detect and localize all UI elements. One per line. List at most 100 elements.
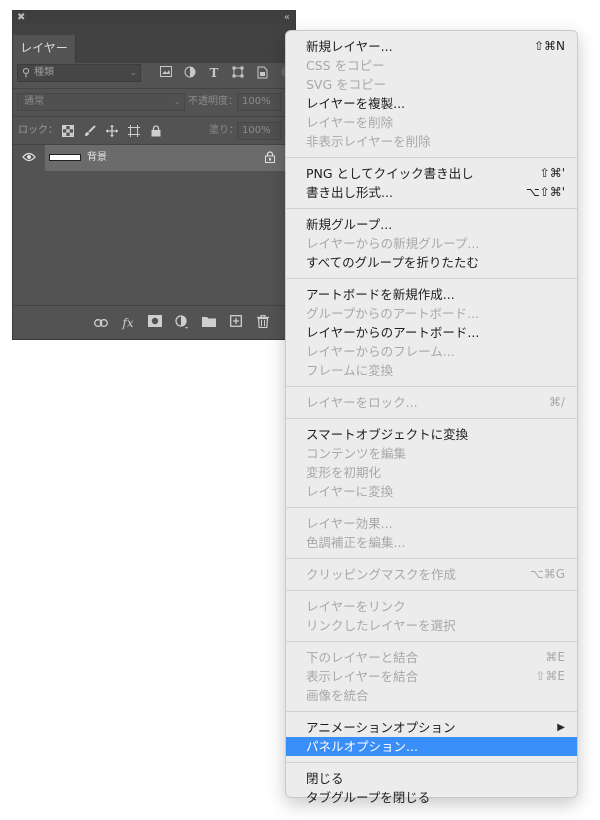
menu-item[interactable]: アートボードを新規作成... — [286, 285, 577, 304]
menu-item[interactable]: PNG としてクイック書き出し ⇧⌘' — [286, 164, 577, 183]
opacity-input[interactable]: 100% — [237, 93, 281, 111]
search-icon: ⚲ — [22, 66, 31, 79]
menu-item-label: すべてのグループを折りたたむ — [306, 255, 479, 270]
menu-item[interactable]: レイヤーをリンク — [286, 597, 577, 616]
menu-item[interactable]: 新規グループ... — [286, 215, 577, 234]
menu-item[interactable]: レイヤーからの新規グループ... — [286, 234, 577, 253]
menu-item-label: 画像を統合 — [306, 688, 369, 703]
link-layers-icon[interactable] — [93, 315, 109, 331]
layer-name: 背景 — [87, 152, 107, 163]
menu-separator — [286, 590, 577, 591]
adjustment-filter-icon[interactable] — [183, 66, 197, 80]
menu-item[interactable]: すべてのグループを折りたたむ — [286, 253, 577, 272]
panel-title-bar: ✖ « — [13, 11, 295, 25]
menu-separator — [286, 507, 577, 508]
menu-separator — [286, 157, 577, 158]
chevron-down-icon: ⌄ — [173, 97, 181, 107]
lock-label: ロック： — [18, 125, 58, 136]
menu-separator — [286, 386, 577, 387]
menu-item[interactable]: CSS をコピー — [286, 56, 577, 75]
blend-mode-select[interactable]: 通常 ⌄ — [17, 93, 185, 111]
layer-row[interactable]: 背景 — [13, 145, 295, 171]
menu-item[interactable]: レイヤーからのフレーム... — [286, 342, 577, 361]
menu-item-label: 下のレイヤーと結合 — [306, 650, 419, 665]
new-group-icon[interactable] — [201, 315, 217, 331]
eye-icon[interactable] — [21, 151, 37, 165]
menu-item[interactable]: 閉じる — [286, 769, 577, 788]
menu-item[interactable]: リンクしたレイヤーを選択 — [286, 616, 577, 635]
divider — [13, 305, 295, 306]
menu-item[interactable]: 下のレイヤーと結合 ⌘E — [286, 648, 577, 667]
menu-item[interactable]: コンテンツを編集 — [286, 444, 577, 463]
menu-item-label: CSS をコピー — [306, 58, 385, 73]
menu-item-label: 色調補正を編集... — [306, 535, 406, 550]
menu-item-label: 新規レイヤー... — [306, 39, 393, 54]
menu-item[interactable]: 変形を初期化 — [286, 463, 577, 482]
menu-item-label: レイヤーからのフレーム... — [306, 344, 455, 359]
menu-item[interactable]: 新規レイヤー... ⇧⌘N — [286, 37, 577, 56]
menu-item[interactable]: レイヤーを削除 — [286, 113, 577, 132]
filter-kind-label: 種類 — [34, 67, 54, 78]
lock-row: ロック： 塗り： 100% — [13, 119, 295, 143]
menu-item-shortcut: ⌥⌘G — [529, 567, 565, 581]
menu-item-label: フレームに変換 — [306, 363, 394, 378]
menu-item[interactable]: 色調補正を編集... — [286, 533, 577, 552]
menu-item-label: 閉じる — [306, 771, 344, 786]
trash-icon[interactable] — [255, 315, 271, 331]
layers-panel: ✖ « レイヤー ⚲ 種類 ⌄ T 通常 ⌄ 不透明度： 100% ロック： 塗… — [12, 10, 296, 340]
menu-item[interactable]: タブグループを閉じる — [286, 788, 577, 807]
new-adjustment-layer-icon[interactable] — [174, 315, 190, 331]
blend-row: 通常 ⌄ 不透明度： 100% — [13, 91, 295, 115]
lock-artboard-icon[interactable] — [127, 125, 140, 138]
menu-item[interactable]: アニメーションオプション ▶ — [286, 718, 577, 737]
menu-item-label: レイヤーをリンク — [306, 599, 406, 614]
smart-object-filter-icon[interactable] — [255, 66, 269, 80]
fx-icon[interactable]: fx — [120, 315, 136, 331]
menu-item[interactable]: クリッピングマスクを作成 ⌥⌘G — [286, 565, 577, 584]
fill-input[interactable]: 100% — [237, 122, 281, 140]
type-filter-icon[interactable]: T — [207, 66, 221, 80]
menu-item-label: SVG をコピー — [306, 77, 387, 92]
collapse-icon[interactable]: « — [284, 11, 290, 25]
menu-item[interactable]: レイヤーをロック... ⌘/ — [286, 393, 577, 412]
panel-tab-row: レイヤー — [13, 25, 295, 63]
new-layer-icon[interactable] — [228, 315, 244, 331]
blend-mode-value: 通常 — [24, 96, 44, 107]
add-mask-icon[interactable] — [147, 315, 163, 331]
menu-separator — [286, 208, 577, 209]
menu-item-label: 非表示レイヤーを削除 — [306, 134, 431, 149]
menu-item[interactable]: 画像を統合 — [286, 686, 577, 705]
menu-item[interactable]: パネルオプション... — [286, 737, 577, 756]
menu-item-label: アートボードを新規作成... — [306, 287, 455, 302]
menu-item-shortcut: ⌘/ — [548, 395, 565, 409]
menu-item-shortcut: ⇧⌘N — [533, 39, 565, 53]
menu-item[interactable]: フレームに変換 — [286, 361, 577, 380]
menu-item-shortcut: ⇧⌘' — [539, 166, 565, 180]
shape-filter-icon[interactable] — [231, 66, 245, 80]
menu-item[interactable]: レイヤーを複製... — [286, 94, 577, 113]
menu-item[interactable]: レイヤーに変換 — [286, 482, 577, 501]
menu-item-label: タブグループを閉じる — [306, 790, 431, 805]
menu-item[interactable]: 表示レイヤーを結合 ⇧⌘E — [286, 667, 577, 686]
menu-item[interactable]: 非表示レイヤーを削除 — [286, 132, 577, 151]
lock-transparent-pixels-icon[interactable] — [61, 125, 74, 138]
pixel-filter-icon[interactable] — [159, 66, 173, 80]
lock-icon[interactable] — [265, 151, 275, 167]
menu-item[interactable]: 書き出し形式... ⌥⇧⌘' — [286, 183, 577, 202]
menu-item[interactable]: レイヤーからのアートボード... — [286, 323, 577, 342]
lock-position-icon[interactable] — [105, 125, 118, 138]
menu-item-label: レイヤーを複製... — [306, 96, 406, 111]
lock-image-pixels-icon[interactable] — [83, 125, 96, 138]
menu-item[interactable]: スマートオブジェクトに変換 — [286, 425, 577, 444]
menu-item-label: クリッピングマスクを作成 — [306, 567, 457, 582]
menu-item-label: 新規グループ... — [306, 217, 393, 232]
close-icon[interactable]: ✖ — [17, 11, 25, 25]
menu-item[interactable]: グループからのアートボード... — [286, 304, 577, 323]
layer-item-background[interactable]: 背景 — [45, 145, 285, 171]
menu-item[interactable]: SVG をコピー — [286, 75, 577, 94]
lock-all-icon[interactable] — [149, 125, 162, 138]
menu-item-label: レイヤーをロック... — [306, 395, 418, 410]
tab-layers[interactable]: レイヤー — [13, 35, 76, 63]
filter-kind-select[interactable]: ⚲ 種類 ⌄ — [17, 64, 141, 82]
menu-item[interactable]: レイヤー効果... — [286, 514, 577, 533]
